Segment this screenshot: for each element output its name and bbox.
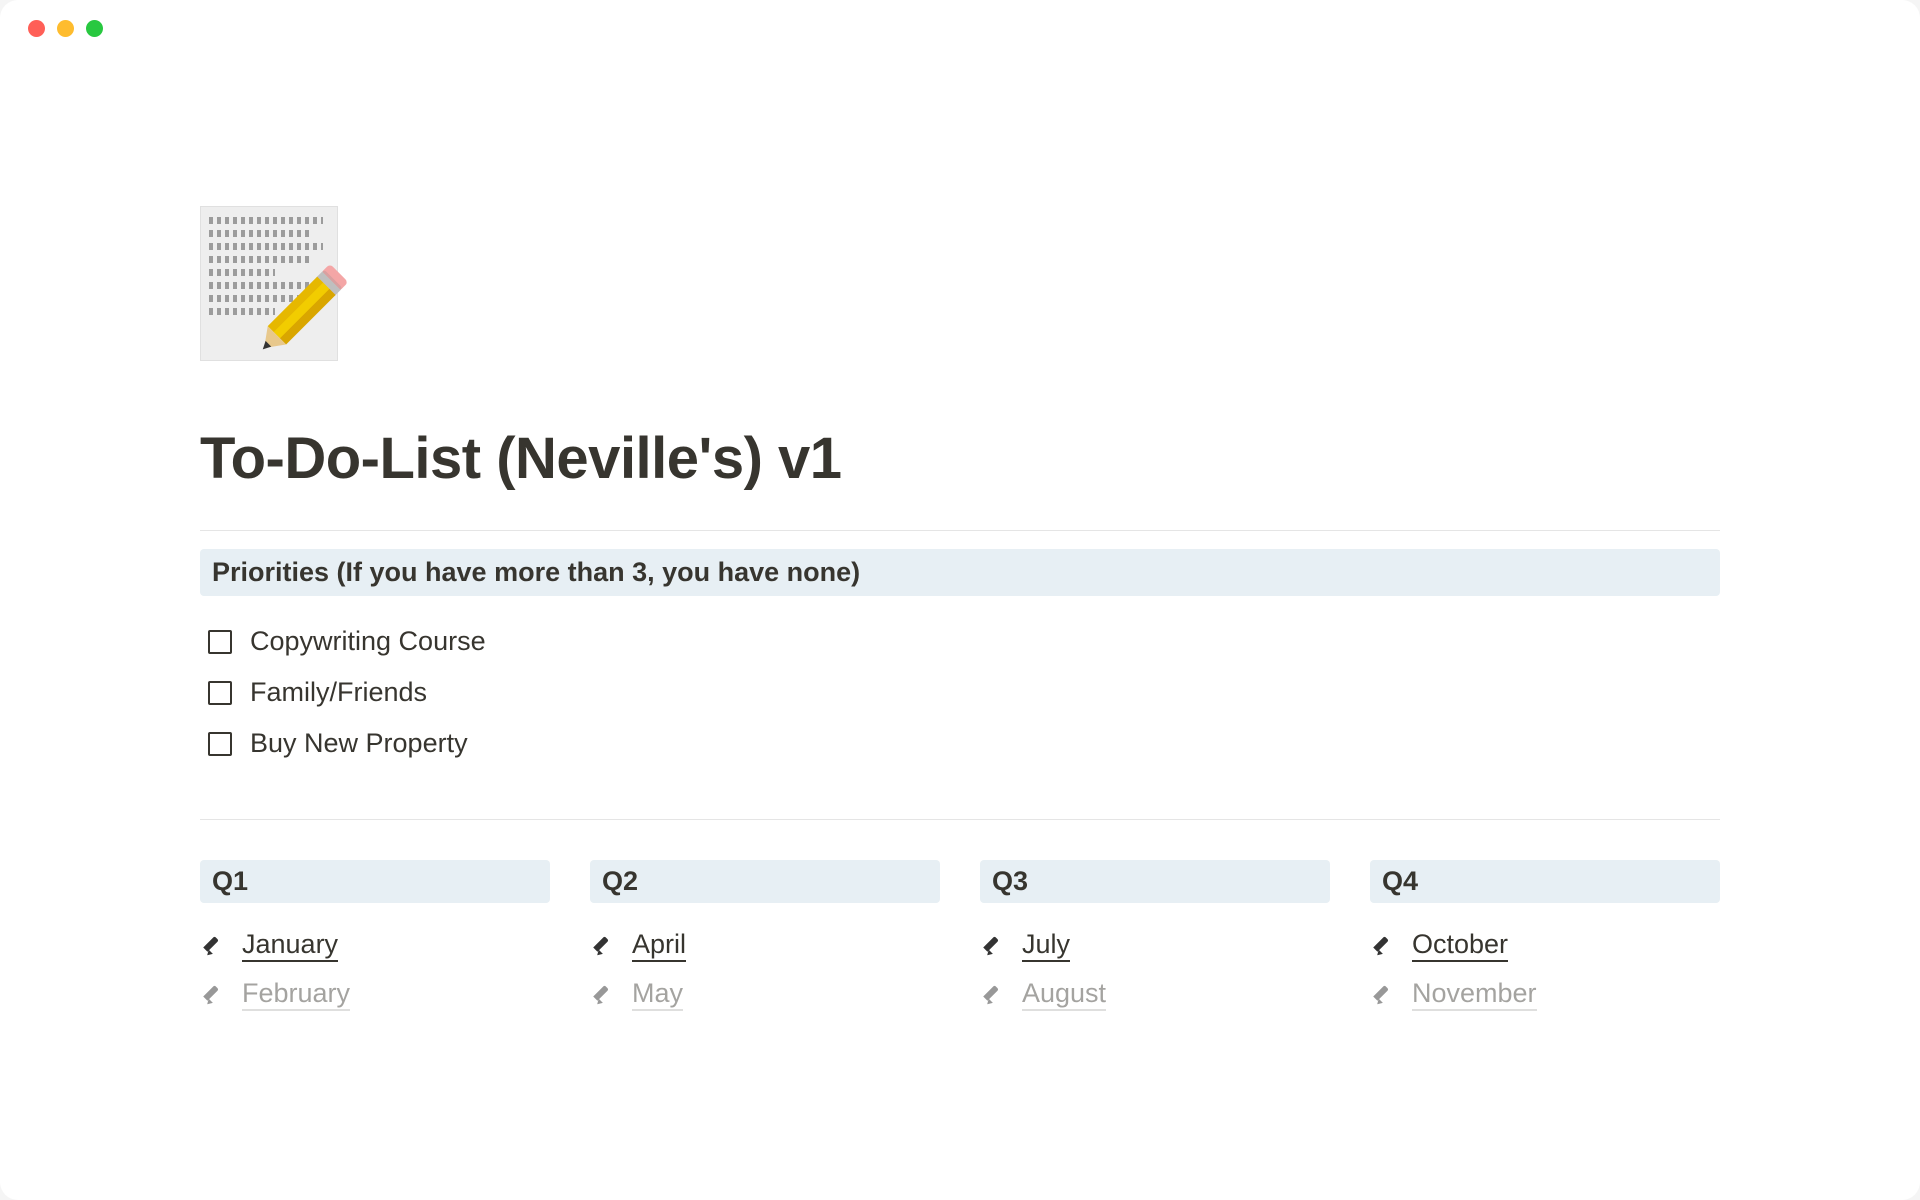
todo-label: Copywriting Course: [250, 626, 486, 657]
month-link-may[interactable]: May: [590, 970, 940, 1019]
month-label: January: [242, 929, 338, 962]
pen-icon: [984, 934, 1008, 958]
todo-item[interactable]: Buy New Property: [208, 718, 1720, 769]
maximize-window-button[interactable]: [86, 20, 103, 37]
quarters-row: Q1 January February Q2 April M: [200, 860, 1720, 1019]
checkbox[interactable]: [208, 681, 232, 705]
page-content: To-Do-List (Neville's) v1 Priorities (If…: [0, 56, 1920, 1019]
priorities-heading[interactable]: Priorities (If you have more than 3, you…: [200, 549, 1720, 596]
month-link-april[interactable]: April: [590, 921, 940, 970]
close-window-button[interactable]: [28, 20, 45, 37]
month-link-july[interactable]: July: [980, 921, 1330, 970]
todo-label: Family/Friends: [250, 677, 427, 708]
quarter-heading[interactable]: Q4: [1370, 860, 1720, 903]
page-title[interactable]: To-Do-List (Neville's) v1: [200, 425, 1720, 492]
pencil-icon: [218, 241, 374, 397]
month-link-january[interactable]: January: [200, 921, 550, 970]
quarter-heading[interactable]: Q2: [590, 860, 940, 903]
pen-icon: [594, 934, 618, 958]
month-link-august[interactable]: August: [980, 970, 1330, 1019]
quarter-heading[interactable]: Q1: [200, 860, 550, 903]
month-label: April: [632, 929, 686, 962]
pen-icon: [204, 934, 228, 958]
todo-item[interactable]: Copywriting Course: [208, 616, 1720, 667]
month-label: November: [1412, 978, 1537, 1011]
window-titlebar: [0, 0, 1920, 56]
divider: [200, 819, 1720, 820]
month-link-october[interactable]: October: [1370, 921, 1720, 970]
month-link-november[interactable]: November: [1370, 970, 1720, 1019]
priorities-list: Copywriting Course Family/Friends Buy Ne…: [200, 616, 1720, 769]
quarter-heading[interactable]: Q3: [980, 860, 1330, 903]
month-label: February: [242, 978, 350, 1011]
app-window: To-Do-List (Neville's) v1 Priorities (If…: [0, 0, 1920, 1200]
divider: [200, 530, 1720, 531]
quarter-column-q3: Q3 July August: [980, 860, 1330, 1019]
memo-pencil-icon[interactable]: [200, 206, 338, 361]
quarter-column-q1: Q1 January February: [200, 860, 550, 1019]
month-label: July: [1022, 929, 1070, 962]
pen-icon: [204, 983, 228, 1007]
pen-icon: [594, 983, 618, 1007]
quarter-column-q4: Q4 October November: [1370, 860, 1720, 1019]
month-label: October: [1412, 929, 1508, 962]
decorative-line: [209, 217, 323, 224]
minimize-window-button[interactable]: [57, 20, 74, 37]
quarter-column-q2: Q2 April May: [590, 860, 940, 1019]
month-link-february[interactable]: February: [200, 970, 550, 1019]
todo-label: Buy New Property: [250, 728, 468, 759]
pen-icon: [984, 983, 1008, 1007]
month-label: August: [1022, 978, 1106, 1011]
pen-icon: [1374, 983, 1398, 1007]
todo-item[interactable]: Family/Friends: [208, 667, 1720, 718]
decorative-line: [209, 243, 323, 250]
checkbox[interactable]: [208, 732, 232, 756]
checkbox[interactable]: [208, 630, 232, 654]
month-label: May: [632, 978, 683, 1011]
decorative-line: [209, 230, 311, 237]
pen-icon: [1374, 934, 1398, 958]
